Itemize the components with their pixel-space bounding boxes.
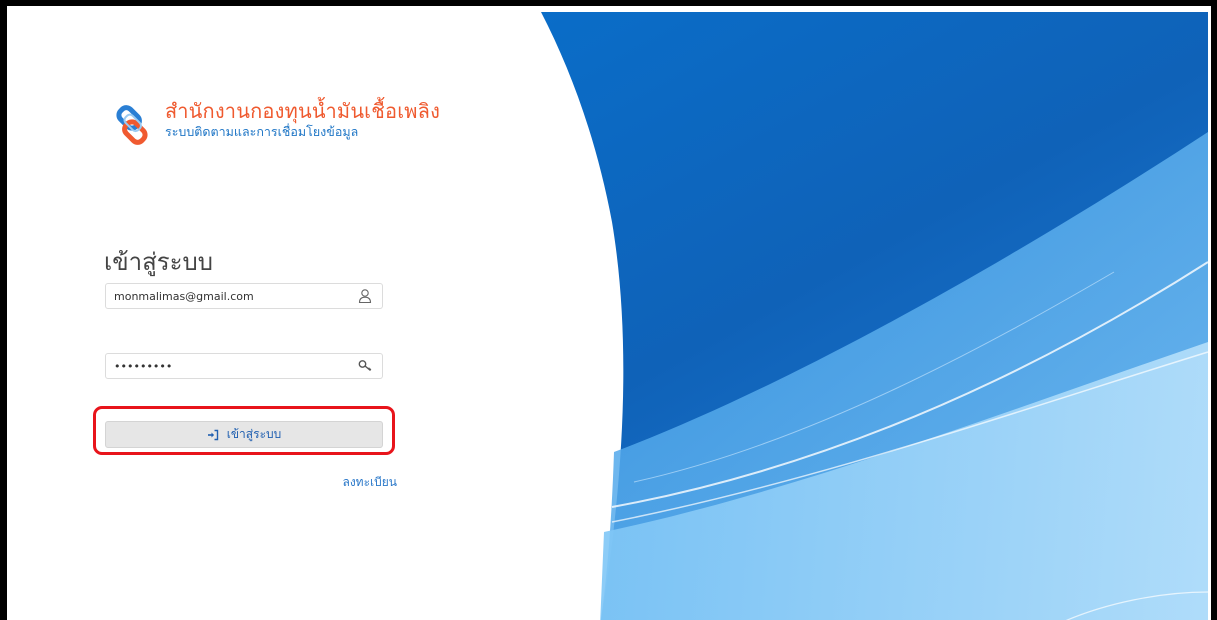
- login-button-label: เข้าสู่ระบบ: [226, 427, 282, 441]
- user-icon: [358, 289, 372, 304]
- key-icon: [358, 360, 372, 372]
- chain-link-logo-icon: [116, 105, 148, 145]
- login-page: สำนักงานกองทุนน้ำมันเชื้อเพลิง ระบบติดตา…: [14, 12, 1211, 620]
- logo-text: สำนักงานกองทุนน้ำมันเชื้อเพลิง ระบบติดตา…: [165, 99, 440, 140]
- email-field[interactable]: [106, 284, 354, 308]
- password-field-wrapper: [105, 353, 383, 379]
- register-link[interactable]: ลงทะเบียน: [322, 473, 397, 492]
- login-heading: เข้าสู่ระบบ: [104, 248, 213, 276]
- window-frame: สำนักงานกองทุนน้ำมันเชื้อเพลิง ระบบติดตา…: [0, 0, 1217, 620]
- password-field[interactable]: [106, 354, 354, 378]
- login-button[interactable]: เข้าสู่ระบบ: [105, 421, 383, 448]
- sign-in-icon: [207, 429, 218, 440]
- organization-name: สำนักงานกองทุนน้ำมันเชื้อเพลิง: [165, 99, 441, 123]
- system-name: ระบบติดตามและการเชื่อมโยงข้อมูล: [165, 124, 359, 139]
- brand-logo: สำนักงานกองทุนน้ำมันเชื้อเพลิง ระบบติดตา…: [106, 99, 440, 151]
- email-field-wrapper: [105, 283, 383, 309]
